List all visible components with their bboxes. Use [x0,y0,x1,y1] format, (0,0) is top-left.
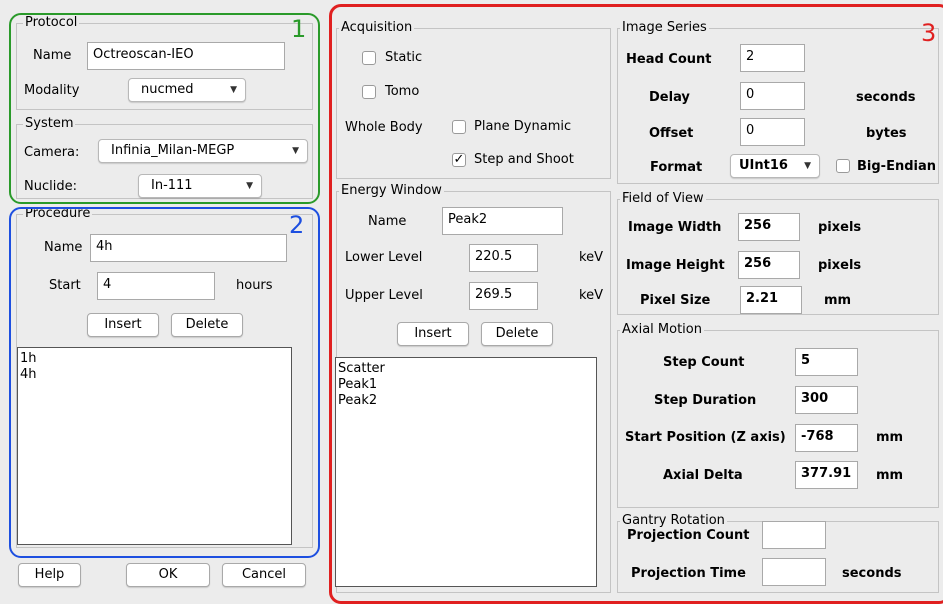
cancel-button[interactable]: Cancel [222,563,306,587]
annotation-box-3 [329,4,943,604]
annotation-number-3: 3 [921,19,937,47]
annotation-number-2: 2 [289,211,305,239]
annotation-box-1 [9,13,320,204]
ok-button[interactable]: OK [126,563,210,587]
annotation-number-1: 1 [291,15,307,43]
annotation-box-2 [9,207,320,558]
help-button[interactable]: Help [18,563,81,587]
